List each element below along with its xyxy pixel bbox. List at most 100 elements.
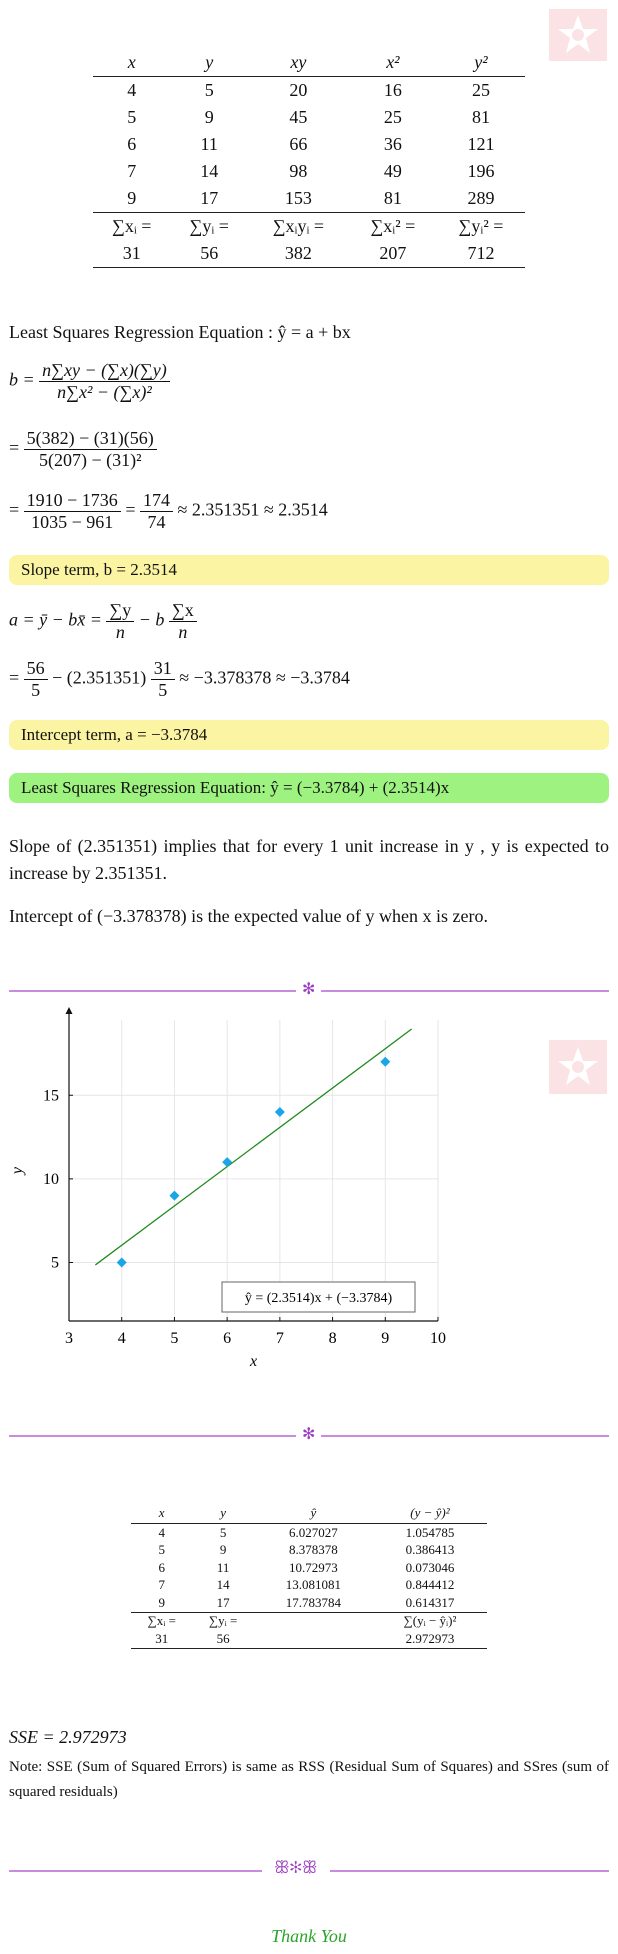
sum-label-row: ∑xᵢ = ∑yᵢ = ∑(yᵢ − ŷᵢ)² <box>131 1611 487 1630</box>
watermark-logo-top <box>549 9 607 61</box>
legend-label: ŷ = (2.3514)x + (−3.3784) <box>245 1291 393 1306</box>
slope-interpretation: Slope of (2.351351) implies that for eve… <box>9 836 609 883</box>
table1-header-3: x² <box>348 48 437 77</box>
table-row: 5 9 45 25 81 <box>93 104 525 131</box>
b-step-3-eq: = <box>9 499 20 520</box>
table2-cell: 11 <box>216 1559 230 1575</box>
sum-value-row: 31 56 382 207 712 <box>93 240 525 268</box>
regression-scatter-chart: 3 4 5 6 7 8 9 10 5 10 15 x y ŷ = (2.3514)x + (−3.3784… <box>9 1007 446 1370</box>
table1-cell: 81 <box>383 188 402 208</box>
table2-cell: 5 <box>219 1524 227 1540</box>
table2-cell: 0.614317 <box>405 1594 455 1610</box>
a-step-2-tail: ≈ −3.378378 ≈ −3.3784 <box>179 667 350 688</box>
a-formula-den2: n <box>178 622 188 642</box>
equation-box: Least Squares Regression Equation: ŷ = (… <box>9 773 609 803</box>
a-step-2: = 56 5 − (2.351351) 31 5 ≈ −3.378378 ≈ −3.… <box>9 658 350 701</box>
x-tick-label: 10 <box>430 1330 446 1347</box>
table-row: 7 14 13.081081 0.844412 <box>131 1577 487 1595</box>
data-point <box>222 1157 233 1168</box>
table1-cell: 5 <box>204 80 214 100</box>
b-formula-denominator: n∑x² − (∑x)² <box>57 382 152 402</box>
table2-cell: 6.027027 <box>288 1524 338 1540</box>
table2-cell: 17.783784 <box>285 1594 341 1610</box>
table2-cell: 6 <box>158 1559 165 1575</box>
table2-cell: 17 <box>216 1594 230 1610</box>
table2-sum-label: ∑(yᵢ − ŷᵢ)² <box>372 1611 487 1630</box>
b-step-3: = 1910 − 1736 1035 − 961 = 174 74 ≈ 2.3513… <box>9 490 328 533</box>
table1-cell: 17 <box>200 188 219 208</box>
ornament-1-icon: ✻ <box>296 979 322 998</box>
table-row: 6 11 10.72973 0.073046 <box>131 1559 487 1577</box>
a-step-2-eq: = <box>9 667 20 688</box>
table2-cell: 9 <box>219 1542 227 1558</box>
intercept-box: Intercept term, a = −3.3784 <box>9 720 609 750</box>
table1-sum-label: ∑xᵢ = <box>93 212 171 240</box>
x-tick-label: 6 <box>223 1330 231 1347</box>
table2-cell: 14 <box>216 1577 230 1593</box>
b-formula-numerator: n∑xy − (∑x)(∑y) <box>39 360 170 382</box>
data-point <box>116 1257 127 1268</box>
table1-cell: 66 <box>289 134 308 154</box>
table2-cell: 1.054785 <box>405 1524 455 1540</box>
b-formula-lhs: b = <box>9 369 35 390</box>
b-step-3-den1: 1035 − 961 <box>31 512 114 532</box>
b-step-2: = 5(382) − (31)(56) 5(207) − (31)² <box>9 428 157 471</box>
table1-cell: 25 <box>383 107 402 127</box>
star-logo-icon <box>558 15 598 53</box>
table2-sum-label <box>253 1611 373 1630</box>
b-step-3-num1: 1910 − 1736 <box>23 490 121 512</box>
table1-sum-value: 382 <box>247 240 349 268</box>
x-tick-label: 3 <box>65 1330 73 1347</box>
table2-cell: 0.386413 <box>405 1542 455 1558</box>
a-formula: a = ȳ − bx̄ = ∑y n − b ∑x n <box>9 600 197 643</box>
table2-header-3: (y − ŷ)² <box>372 1503 487 1524</box>
table-row: 7 14 98 49 196 <box>93 158 525 185</box>
table1-cell: 14 <box>200 161 219 181</box>
table1-cell: 49 <box>383 161 402 181</box>
table1-cell: 4 <box>127 80 137 100</box>
sum-value-row: 31 56 2.972973 <box>131 1630 487 1649</box>
table2-cell: 0.844412 <box>405 1577 455 1593</box>
table1-cell: 5 <box>127 107 137 127</box>
a-step-2-num1: 56 <box>23 658 48 680</box>
table1-sum-label: ∑xᵢ² = <box>348 212 437 240</box>
a-formula-num2: ∑x <box>168 600 197 622</box>
table1-header-4: y² <box>436 48 525 77</box>
y-tick-label: 5 <box>51 1254 59 1271</box>
table1-cell: 289 <box>467 188 495 208</box>
table-row: 4 5 20 16 25 <box>93 77 525 105</box>
x-tick-label: 4 <box>118 1330 126 1347</box>
sse-note: Note: SSE (Sum of Squared Errors) is sam… <box>9 1759 609 1800</box>
a-step-2-den1: 5 <box>31 680 41 700</box>
table1-sum-label: ∑xᵢyᵢ = <box>247 212 349 240</box>
y-axis-label: y <box>9 1166 26 1176</box>
b-step-2-denominator: 5(207) − (31)² <box>38 450 142 470</box>
b-step-2-numerator: 5(382) − (31)(56) <box>23 428 157 450</box>
regression-heading: Least Squares Regression Equation : ŷ = … <box>9 322 351 342</box>
b-formula: b = n∑xy − (∑x)(∑y) n∑x² − (∑x)² <box>9 360 170 403</box>
table2-cell: 0.073046 <box>405 1559 455 1575</box>
table2-sum-label: ∑yᵢ = <box>192 1611 254 1630</box>
table1-cell: 121 <box>467 134 495 154</box>
table1-cell: 9 <box>204 107 214 127</box>
table-row: 9 17 17.783784 0.614317 <box>131 1594 487 1612</box>
table1-header-1: y <box>170 48 248 77</box>
table2-header-1: y <box>192 1503 254 1524</box>
sum-label-row: ∑xᵢ = ∑yᵢ = ∑xᵢyᵢ = ∑xᵢ² = ∑yᵢ² = <box>93 212 525 240</box>
table1-cell: 6 <box>127 134 137 154</box>
a-formula-lhs: a = ȳ − bx̄ = <box>9 609 102 630</box>
table-row: 5 9 8.378378 0.386413 <box>131 1542 487 1560</box>
table2-sum-value: 2.972973 <box>372 1630 487 1649</box>
table1-cell: 45 <box>289 107 308 127</box>
a-step-2-mid: − (2.351351) <box>52 667 147 688</box>
table2-sum-value <box>253 1630 373 1649</box>
y-tick-label: 10 <box>43 1171 59 1188</box>
table2-sum-label: ∑xᵢ = <box>131 1611 193 1630</box>
data-point <box>380 1056 391 1067</box>
table1-header-2: xy <box>247 48 349 77</box>
table2-cell: 5 <box>158 1542 165 1558</box>
x-tick-label: 8 <box>329 1330 337 1347</box>
sse-result: SSE = 2.972973 <box>9 1727 127 1747</box>
table2-sum-value: 31 <box>131 1630 193 1649</box>
slope-box: Slope term, b = 2.3514 <box>9 555 609 585</box>
